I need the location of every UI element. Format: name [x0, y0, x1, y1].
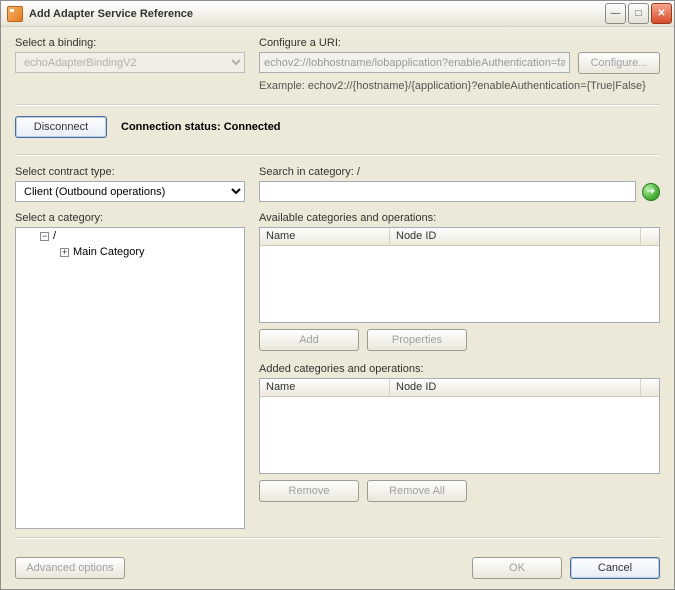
footer: Advanced options OK Cancel — [15, 547, 660, 579]
expand-icon[interactable]: + — [60, 248, 69, 257]
main-row: Select a category: − / + Main Category A… — [15, 212, 660, 529]
contract-select[interactable]: Client (Outbound operations) — [15, 181, 245, 202]
remove-all-button[interactable]: Remove All — [367, 480, 467, 502]
available-list[interactable]: Name Node ID — [259, 227, 660, 323]
contract-section: Select contract type: Client (Outbound o… — [15, 166, 245, 202]
uri-label: Configure a URI: — [259, 37, 660, 49]
dialog-window: Add Adapter Service Reference — □ ✕ Sele… — [0, 0, 675, 590]
added-col-node[interactable]: Node ID — [390, 379, 641, 396]
available-buttons: Add Properties — [259, 329, 660, 351]
connection-status-value: Connected — [224, 121, 281, 133]
top-row: Select a binding: echoAdapterBindingV2 C… — [15, 37, 660, 92]
connection-row: Disconnect Connection status: Connected — [15, 116, 660, 138]
contract-label: Select contract type: — [15, 166, 245, 178]
available-header: Name Node ID — [260, 228, 659, 246]
search-section: Search in category: / ➜ — [259, 166, 660, 202]
added-col-name[interactable]: Name — [260, 379, 390, 396]
ok-button[interactable]: OK — [472, 557, 562, 579]
add-button[interactable]: Add — [259, 329, 359, 351]
uri-section: Configure a URI: Configure... Example: e… — [259, 37, 660, 92]
close-button[interactable]: ✕ — [651, 3, 672, 24]
divider-2 — [15, 154, 660, 156]
binding-label: Select a binding: — [15, 37, 245, 49]
connection-status-label: Connection status: — [121, 121, 221, 133]
properties-button[interactable]: Properties — [367, 329, 467, 351]
available-col-node[interactable]: Node ID — [390, 228, 641, 245]
added-col-spacer — [641, 379, 659, 396]
category-section: Select a category: − / + Main Category — [15, 212, 245, 529]
minimize-button[interactable]: — — [605, 3, 626, 24]
added-buttons: Remove Remove All — [259, 480, 660, 502]
contract-search-row: Select contract type: Client (Outbound o… — [15, 166, 660, 202]
divider-1 — [15, 104, 660, 106]
added-label: Added categories and operations: — [259, 363, 660, 375]
search-label: Search in category: / — [259, 166, 660, 178]
maximize-button[interactable]: □ — [628, 3, 649, 24]
dialog-content: Select a binding: echoAdapterBindingV2 C… — [1, 27, 674, 589]
tree-child-label: Main Category — [73, 246, 145, 258]
added-header: Name Node ID — [260, 379, 659, 397]
category-tree[interactable]: − / + Main Category — [15, 227, 245, 529]
added-list[interactable]: Name Node ID — [259, 378, 660, 474]
divider-3 — [15, 537, 660, 539]
collapse-icon[interactable]: − — [40, 232, 49, 241]
operations-section: Available categories and operations: Nam… — [259, 212, 660, 529]
available-col-spacer — [641, 228, 659, 245]
advanced-options-button[interactable]: Advanced options — [15, 557, 125, 579]
window-title: Add Adapter Service Reference — [29, 8, 605, 20]
uri-example: Example: echov2://{hostname}/{applicatio… — [259, 80, 660, 92]
disconnect-button[interactable]: Disconnect — [15, 116, 107, 138]
cancel-button[interactable]: Cancel — [570, 557, 660, 579]
available-label: Available categories and operations: — [259, 212, 660, 224]
tree-root-row[interactable]: − / — [16, 228, 244, 244]
configure-button[interactable]: Configure... — [578, 52, 660, 74]
uri-input[interactable] — [259, 52, 570, 73]
window-buttons: — □ ✕ — [605, 3, 672, 24]
remove-button[interactable]: Remove — [259, 480, 359, 502]
binding-select[interactable]: echoAdapterBindingV2 — [15, 52, 245, 73]
search-go-icon[interactable]: ➜ — [642, 183, 660, 201]
available-col-name[interactable]: Name — [260, 228, 390, 245]
app-icon — [7, 6, 23, 22]
tree-root-label: / — [53, 230, 56, 242]
binding-section: Select a binding: echoAdapterBindingV2 — [15, 37, 245, 92]
search-input[interactable] — [259, 181, 636, 202]
titlebar[interactable]: Add Adapter Service Reference — □ ✕ — [1, 1, 674, 27]
category-label: Select a category: — [15, 212, 245, 224]
tree-child-row[interactable]: + Main Category — [16, 244, 244, 260]
